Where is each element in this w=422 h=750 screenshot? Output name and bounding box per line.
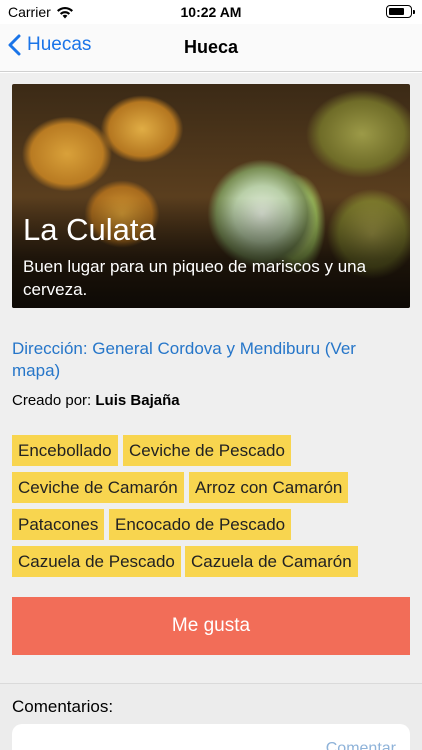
dish-tag: Ceviche de Camarón: [12, 472, 184, 503]
battery-icon: [386, 5, 415, 18]
like-button[interactable]: Me gusta: [12, 597, 410, 655]
clock: 10:22 AM: [180, 4, 242, 20]
dish-tag: Ceviche de Pescado: [123, 435, 291, 466]
status-bar: Carrier 10:22 AM: [0, 0, 422, 24]
place-name: La Culata: [23, 212, 156, 247]
creator-label: Creado por:: [12, 392, 92, 409]
address-link[interactable]: Dirección: General Cordova y Mendiburu (…: [12, 338, 404, 382]
comment-submit-button[interactable]: Comentar: [326, 740, 396, 750]
page-title: Hueca: [183, 37, 239, 57]
place-description: Buen lugar para un piqueo de mariscos y …: [23, 257, 367, 299]
dish-tag: Encocado de Pescado: [109, 509, 292, 540]
comments-section: Comentarios: Comentar: [0, 683, 422, 750]
comments-label: Comentarios:: [12, 697, 114, 716]
detail-content: La Culata Buen lugar para un piqueo de m…: [0, 73, 422, 683]
dish-tag: Cazuela de Camarón: [185, 546, 358, 577]
creator-name: Luis Bajaña: [95, 392, 180, 409]
dish-tag: Cazuela de Pescado: [12, 546, 181, 577]
comment-input[interactable]: Comentar: [12, 724, 410, 750]
creator-line: Creado por: Luis Bajaña: [12, 392, 180, 409]
dish-tag: Arroz con Camarón: [189, 472, 349, 503]
navigation-bar: Huecas Hueca: [0, 24, 422, 72]
dish-tag: Patacones: [12, 509, 105, 540]
place-photo: La Culata Buen lugar para un piqueo de m…: [12, 84, 410, 308]
dish-tag: Encebollado: [12, 435, 118, 466]
